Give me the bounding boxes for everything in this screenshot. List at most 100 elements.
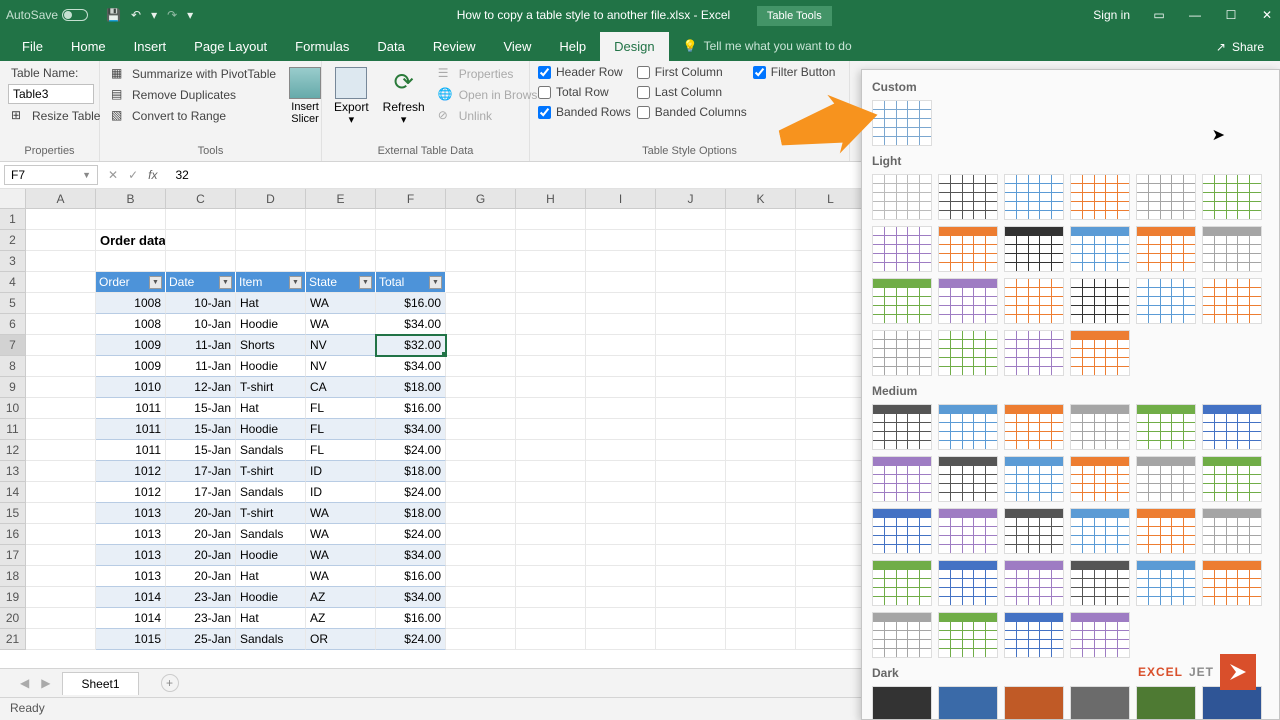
cell[interactable]: Order data	[96, 230, 166, 251]
column-header[interactable]: J	[656, 189, 726, 209]
cell[interactable]	[516, 293, 586, 314]
cell[interactable]	[726, 251, 796, 272]
insert-slicer-button[interactable]: Insert Slicer	[285, 65, 325, 127]
cell[interactable]	[446, 587, 516, 608]
cell[interactable]	[586, 251, 656, 272]
filter-dropdown-icon[interactable]: ▼	[289, 276, 302, 289]
add-sheet-button[interactable]: +	[161, 674, 179, 692]
resize-table-button[interactable]: ⊞Resize Table	[8, 107, 103, 125]
cell[interactable]	[26, 524, 96, 545]
cell[interactable]: 1013	[96, 566, 166, 587]
cell[interactable]: 1013	[96, 524, 166, 545]
table-style-thumbnail[interactable]	[1136, 226, 1196, 272]
table-style-thumbnail[interactable]	[938, 226, 998, 272]
sheet-nav-next-icon[interactable]: ▶	[41, 676, 50, 690]
cell[interactable]: 1010	[96, 377, 166, 398]
table-style-thumbnail[interactable]	[938, 330, 998, 376]
cell[interactable]: Hat	[236, 398, 306, 419]
cell[interactable]	[446, 566, 516, 587]
cell[interactable]	[726, 293, 796, 314]
cell[interactable]	[446, 524, 516, 545]
cell[interactable]	[726, 272, 796, 293]
tab-view[interactable]: View	[489, 32, 545, 61]
cell[interactable]	[726, 587, 796, 608]
cell[interactable]: 1013	[96, 545, 166, 566]
cell[interactable]: Hat	[236, 608, 306, 629]
cell[interactable]: 1012	[96, 482, 166, 503]
cell[interactable]	[796, 629, 866, 650]
cell[interactable]	[516, 524, 586, 545]
cell[interactable]	[516, 503, 586, 524]
tab-insert[interactable]: Insert	[120, 32, 181, 61]
table-style-thumbnail[interactable]	[1202, 278, 1262, 324]
row-header[interactable]: 19	[0, 587, 26, 608]
cell[interactable]: 1011	[96, 440, 166, 461]
cell[interactable]	[586, 503, 656, 524]
cell[interactable]	[726, 461, 796, 482]
cell[interactable]: 15-Jan	[166, 398, 236, 419]
cell[interactable]	[236, 251, 306, 272]
table-style-thumbnail[interactable]	[872, 330, 932, 376]
table-header-cell[interactable]: Item▼	[236, 272, 306, 293]
cell[interactable]	[446, 545, 516, 566]
cell[interactable]: 20-Jan	[166, 545, 236, 566]
cell[interactable]	[726, 566, 796, 587]
header-row-checkbox[interactable]: Header Row	[538, 65, 631, 79]
cell[interactable]	[726, 545, 796, 566]
row-header[interactable]: 3	[0, 251, 26, 272]
cell[interactable]	[516, 251, 586, 272]
cell[interactable]	[656, 314, 726, 335]
table-style-thumbnail[interactable]	[1070, 278, 1130, 324]
table-style-thumbnail[interactable]	[1136, 456, 1196, 502]
cell[interactable]	[446, 419, 516, 440]
column-header[interactable]: D	[236, 189, 306, 209]
cell[interactable]	[516, 398, 586, 419]
cell[interactable]: 23-Jan	[166, 587, 236, 608]
cell[interactable]	[516, 419, 586, 440]
tab-file[interactable]: File	[8, 32, 57, 61]
cell[interactable]: NV	[306, 356, 376, 377]
cell[interactable]: 10-Jan	[166, 293, 236, 314]
cell[interactable]	[586, 587, 656, 608]
cell[interactable]	[166, 209, 236, 230]
cell[interactable]	[446, 230, 516, 251]
first-column-checkbox[interactable]: First Column	[637, 65, 747, 79]
convert-range-button[interactable]: ▧Convert to Range	[108, 107, 279, 125]
row-header[interactable]: 15	[0, 503, 26, 524]
column-header[interactable]: B	[96, 189, 166, 209]
table-style-thumbnail[interactable]	[1202, 508, 1262, 554]
cell[interactable]	[166, 230, 236, 251]
cell[interactable]	[726, 419, 796, 440]
column-header[interactable]: L	[796, 189, 866, 209]
cell[interactable]	[26, 566, 96, 587]
row-header[interactable]: 4	[0, 272, 26, 293]
table-style-thumbnail[interactable]	[1004, 174, 1064, 220]
cell[interactable]	[516, 209, 586, 230]
table-style-thumbnail[interactable]	[938, 456, 998, 502]
row-header[interactable]: 10	[0, 398, 26, 419]
cell[interactable]	[166, 251, 236, 272]
row-header[interactable]: 9	[0, 377, 26, 398]
formula-input[interactable]: 32	[167, 168, 196, 182]
table-style-thumbnail[interactable]	[938, 560, 998, 606]
ribbon-display-icon[interactable]: ▭	[1152, 8, 1166, 22]
table-style-thumbnail[interactable]	[1202, 686, 1262, 720]
cell[interactable]: WA	[306, 503, 376, 524]
table-style-thumbnail[interactable]	[938, 508, 998, 554]
table-style-thumbnail[interactable]	[872, 686, 932, 720]
cell[interactable]	[656, 398, 726, 419]
autosave-toggle[interactable]: AutoSave	[6, 8, 88, 22]
cell[interactable]	[516, 566, 586, 587]
cell[interactable]: 23-Jan	[166, 608, 236, 629]
cell[interactable]: $16.00	[376, 608, 446, 629]
cell[interactable]	[796, 251, 866, 272]
cell[interactable]	[726, 377, 796, 398]
cell[interactable]	[516, 461, 586, 482]
table-style-thumbnail[interactable]	[872, 612, 932, 658]
cell[interactable]: 1008	[96, 293, 166, 314]
cell[interactable]	[586, 314, 656, 335]
cell[interactable]	[26, 335, 96, 356]
cell[interactable]: $16.00	[376, 398, 446, 419]
cell[interactable]: 17-Jan	[166, 461, 236, 482]
cell[interactable]	[796, 482, 866, 503]
